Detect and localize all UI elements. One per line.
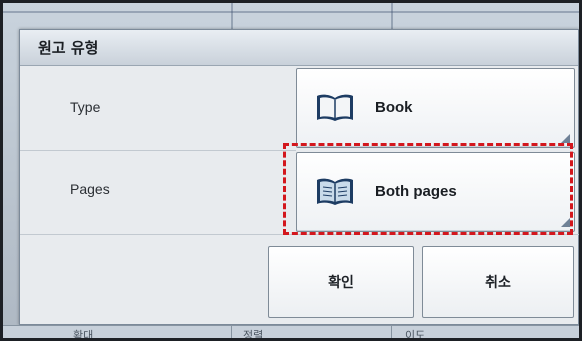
background-tab-strip: 확대 정렬 이도	[3, 325, 579, 341]
touch-screen: 원고 유형 Type Book Pages Both pages 확인 취소 확…	[0, 0, 582, 341]
document-type-dialog: 원고 유형 Type Book Pages Both pages 확인 취소	[19, 29, 579, 325]
open-book-icon	[317, 94, 353, 121]
pages-label: Pages	[70, 181, 110, 197]
ok-button[interactable]: 확인	[268, 246, 414, 318]
pages-select-button[interactable]: Both pages	[296, 152, 575, 232]
cancel-button[interactable]: 취소	[422, 246, 574, 318]
type-select-button[interactable]: Book	[296, 68, 575, 148]
dialog-title: 원고 유형	[20, 30, 578, 66]
tab-sort: 정렬	[243, 329, 264, 341]
type-value: Book	[375, 99, 413, 116]
tab-zoom: 확대	[73, 329, 94, 341]
tab-move: 이도	[405, 329, 426, 341]
row-divider	[20, 150, 296, 151]
pages-value: Both pages	[375, 183, 457, 200]
row-divider	[20, 234, 579, 235]
corner-arrow-icon	[561, 134, 570, 143]
open-book-both-pages-icon	[317, 178, 353, 205]
type-label: Type	[70, 99, 101, 115]
corner-arrow-icon	[561, 218, 570, 227]
